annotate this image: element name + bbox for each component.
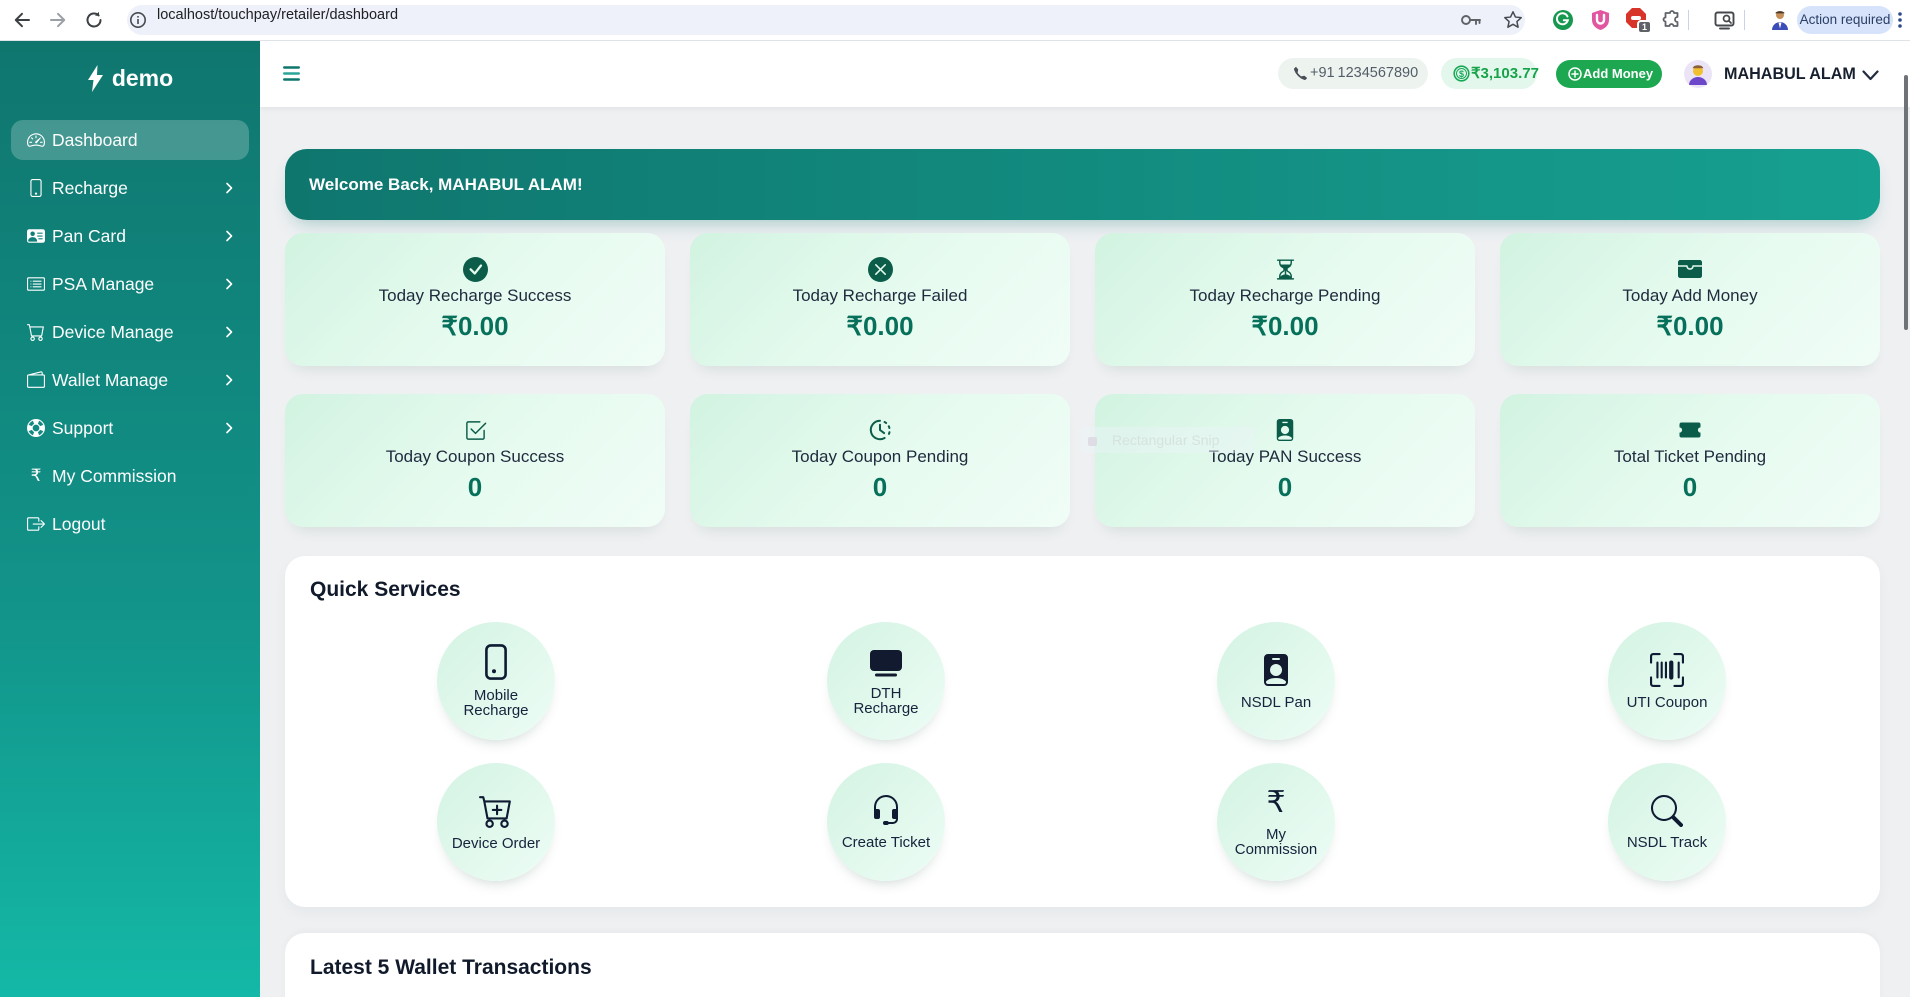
svg-text:$: $: [1459, 69, 1464, 79]
